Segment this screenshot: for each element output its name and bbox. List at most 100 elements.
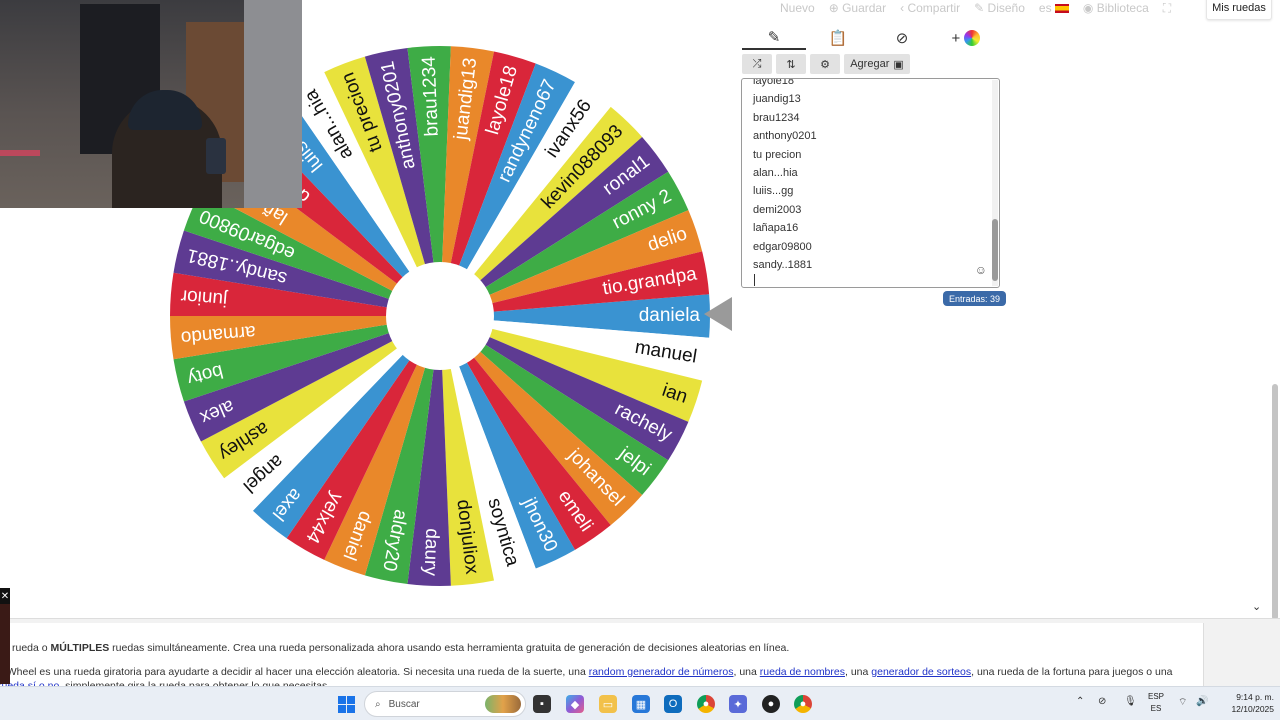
clock[interactable]: 9:14 p. m. 12/10/2025	[1212, 691, 1274, 715]
entry-item: tu precion	[753, 148, 802, 161]
new-button[interactable]: Nuevo	[780, 1, 815, 15]
shuffle-button[interactable]: ⤮	[742, 54, 772, 74]
windows-start-icon[interactable]	[338, 696, 355, 713]
camera-off-icon[interactable]: ⊘	[1098, 696, 1106, 707]
info-text: e Wheel es una rueda giratoria para ayud…	[0, 666, 589, 678]
entry-item: edgar09800	[753, 240, 812, 253]
text-caret	[754, 274, 755, 286]
info-bold-text: MÚLTIPLES	[50, 642, 110, 654]
file-explorer-icon[interactable]: ▭	[599, 695, 617, 713]
search-icon: ⌕	[375, 698, 381, 710]
tab-edit[interactable]: ✎	[742, 26, 806, 50]
settings-button[interactable]: ⚙	[810, 54, 840, 74]
library-button[interactable]: ◉ Biblioteca	[1083, 1, 1149, 15]
entry-item: luiis...gg	[753, 185, 794, 198]
wheel-segment-label: daniela	[639, 305, 701, 326]
close-icon[interactable]: ✕	[0, 588, 10, 604]
language-button[interactable]: es	[1039, 1, 1069, 15]
tab-add-wheel[interactable]: +	[934, 26, 998, 50]
tray-chevron-icon[interactable]: ⌃	[1076, 696, 1084, 707]
volume-icon[interactable]: 🔊	[1196, 696, 1208, 707]
obs-icon[interactable]: ●	[762, 695, 780, 713]
side-overlay	[0, 604, 10, 684]
clock-time: 9:14 p. m.	[1236, 692, 1274, 702]
info-text: , una rueda de la fortuna para juegos o …	[971, 666, 1173, 678]
info-panel: rueda o MÚLTIPLES ruedas simultáneamente…	[0, 623, 1204, 692]
webcam-overlay	[0, 0, 302, 208]
add-image-label: Agregar	[850, 58, 890, 70]
fullscreen-icon[interactable]: ⛶	[1163, 1, 1171, 16]
entries-count-badge: Entradas: 39	[943, 291, 1007, 306]
image-icon: ▣	[893, 58, 904, 71]
page-scrollbar[interactable]	[1272, 384, 1278, 620]
tab-hide[interactable]: ⊘	[870, 26, 934, 50]
taskbar-search[interactable]: ⌕ Buscar	[364, 691, 526, 717]
copilot-icon[interactable]: ◆	[566, 695, 584, 713]
entry-item: alan...hia	[753, 166, 798, 179]
share-button[interactable]: ‹ Compartir	[900, 1, 960, 15]
info-line-1: rueda o MÚLTIPLES ruedas simultáneamente…	[12, 642, 789, 654]
share-label: Compartir	[907, 1, 961, 15]
search-highlight-icon	[485, 695, 521, 713]
entry-item: layole18	[753, 78, 794, 87]
entry-item: juandig13	[753, 93, 801, 106]
pencil-icon: ✎	[767, 29, 781, 46]
editor-toolbar: ⤮ ⇅ ⚙ Agregar ▣	[742, 54, 910, 74]
wifi-icon[interactable]: ⌔	[1178, 696, 1187, 709]
top-menu: Nuevo ⊕ Guardar ‹ Compartir ✎ Diseño es …	[780, 0, 1171, 16]
wheel-center[interactable]	[386, 262, 494, 370]
save-button[interactable]: ⊕ Guardar	[829, 1, 886, 15]
add-image-button[interactable]: Agregar ▣	[844, 54, 910, 74]
library-label: Biblioteca	[1096, 1, 1149, 15]
sort-icon: ⇅	[786, 58, 796, 71]
info-text: ruedas simultáneamente. Crea una rueda p…	[109, 642, 790, 654]
editor-tabs: ✎ 📋 ⊘ +	[742, 26, 1000, 50]
entries-scroll-thumb[interactable]	[992, 219, 998, 281]
flag-icon	[1054, 4, 1069, 14]
shuffle-icon: ⤮	[752, 57, 762, 70]
save-label: Guardar	[842, 1, 887, 15]
clipboard-icon: 📋	[828, 30, 848, 47]
entry-item: brau1234	[753, 111, 800, 124]
language-indicator[interactable]: ESP ES	[1146, 691, 1166, 715]
link-raffle-generator[interactable]: generador de sorteos	[871, 666, 971, 678]
tab-results[interactable]: 📋	[806, 26, 870, 50]
wheel-pointer-icon	[704, 297, 732, 331]
taskbar: ⌕ Buscar ▪ ◆ ▭ ▦ O ● ✦ ● ● ⌃ ⊘ 🎙 ESP ES …	[0, 686, 1280, 720]
language-label: es	[1038, 1, 1052, 15]
eye-slash-icon: ⊘	[895, 30, 909, 47]
info-section: rueda o MÚLTIPLES ruedas simultáneamente…	[0, 618, 1280, 692]
wheel-segment-label: brau1234	[419, 55, 443, 137]
microphone-icon[interactable]: 🎙	[1124, 696, 1137, 707]
emoji-icon[interactable]: ☺	[975, 263, 987, 277]
wheel-segment-label: junior	[179, 285, 229, 310]
screen: Nuevo ⊕ Guardar ‹ Compartir ✎ Diseño es …	[0, 0, 1280, 720]
my-wheels-button[interactable]: Mis ruedas	[1206, 0, 1272, 20]
info-text: , una	[845, 666, 872, 678]
entry-item: anthony0201	[753, 130, 817, 143]
color-wheel-icon	[964, 30, 981, 46]
clock-date: 12/10/2025	[1231, 704, 1274, 714]
outlook-icon[interactable]: O	[664, 695, 682, 713]
chrome-profile-icon[interactable]: ●	[794, 695, 812, 713]
design-label: Diseño	[987, 1, 1025, 15]
link-name-wheel[interactable]: rueda de nombres	[760, 666, 845, 678]
lang-top: ESP	[1147, 692, 1164, 701]
app-icon[interactable]: ✦	[729, 695, 747, 713]
design-button[interactable]: ✎ Diseño	[974, 1, 1025, 15]
link-random-numbers[interactable]: random generador de números	[589, 666, 734, 678]
sort-button[interactable]: ⇅	[776, 54, 806, 74]
entry-item: demi2003	[753, 203, 802, 216]
info-line-2: e Wheel es una rueda giratoria para ayud…	[0, 666, 1173, 678]
entries-textarea[interactable]: layole18 juandig13 brau1234 anthony0201 tu p…	[741, 78, 1000, 288]
lang-bottom: ES	[1150, 704, 1162, 713]
entries-list: layole18 juandig13 brau1234 anthony0201 tu p…	[753, 78, 817, 274]
task-view-icon[interactable]: ▪	[533, 695, 551, 713]
entry-item: lañapa16	[753, 222, 799, 235]
chevron-down-icon[interactable]: ⌄	[1252, 600, 1261, 613]
chrome-icon[interactable]: ●	[697, 695, 715, 713]
store-icon[interactable]: ▦	[632, 695, 650, 713]
search-placeholder: Buscar	[388, 698, 420, 710]
plus-icon: +	[951, 29, 961, 47]
info-text: , una	[733, 666, 760, 678]
